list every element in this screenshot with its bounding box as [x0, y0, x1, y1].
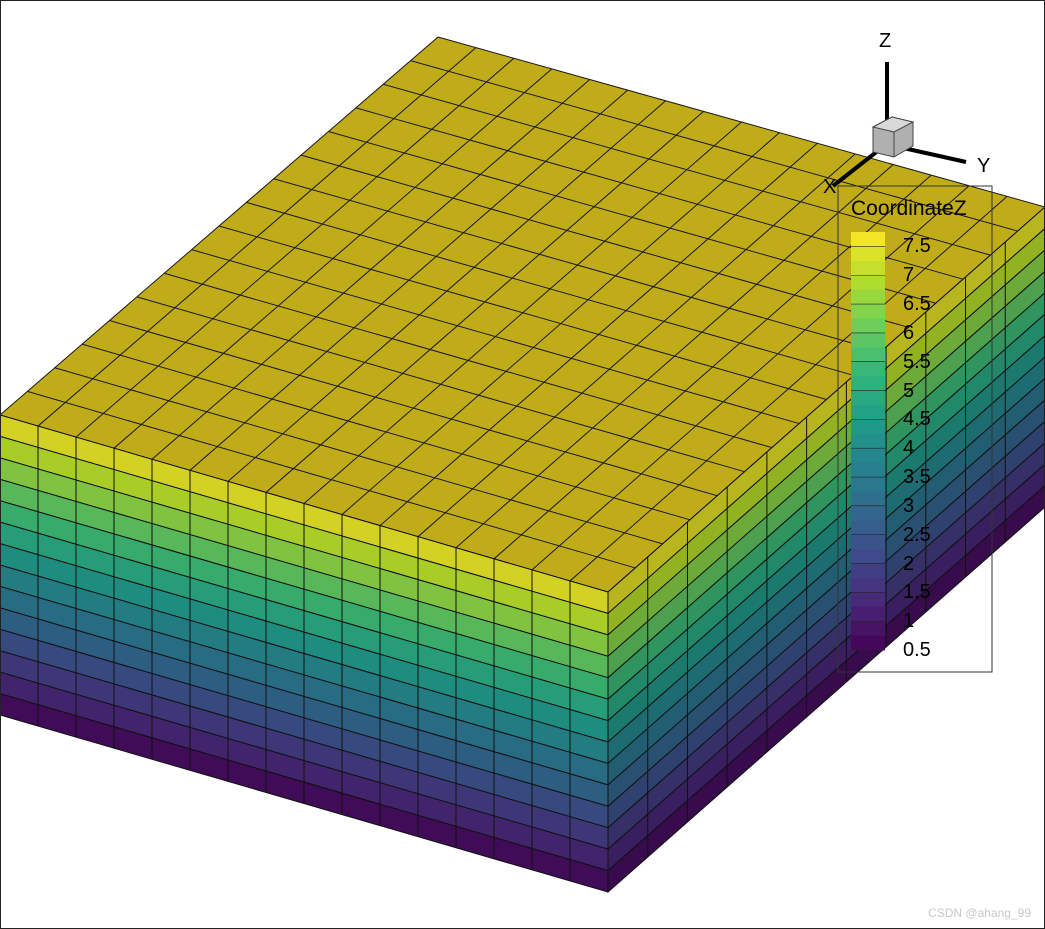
- colorbar-title: CoordinateZ: [851, 197, 967, 220]
- colorbar-band: [851, 621, 885, 637]
- colorbar-band: [851, 260, 885, 276]
- colorbar-band: [851, 318, 885, 334]
- colorbar-band: [851, 404, 885, 420]
- colorbar-tick-label: 3: [903, 494, 915, 517]
- colorbar-tick-label: 7: [903, 264, 915, 287]
- colorbar-band: [851, 549, 885, 565]
- colorbar-band: [851, 534, 885, 550]
- colorbar-band: [851, 462, 885, 478]
- colorbar-tick-label: 2.5: [903, 523, 931, 546]
- plot-canvas: CoordinateZ 7.5 7 6.5 6 5.5 5 4.5 4 3.5 3 2.5 2 1.5 1…: [0, 0, 1045, 929]
- colorbar-band: [851, 304, 885, 319]
- triad-y-label: Y: [977, 155, 991, 177]
- colorbar-tick-label: 4.5: [903, 408, 931, 431]
- triad-x-label: X: [823, 176, 837, 198]
- colorbar-tick-label: 6: [903, 321, 915, 344]
- colorbar-tick-label: 5.5: [903, 350, 931, 373]
- colorbar-tick-label: 4: [903, 437, 915, 460]
- colorbar-band: [851, 606, 885, 622]
- colorbar-band: [851, 477, 885, 492]
- colorbar-band: [851, 246, 885, 262]
- colorbar-band: [851, 448, 885, 464]
- colorbar-tick-label: 2: [903, 552, 915, 575]
- colorbar-band: [851, 361, 885, 377]
- watermark: CSDN @ahang_99: [928, 906, 1031, 920]
- colorbar-band: [851, 232, 885, 247]
- colorbar-band: [851, 563, 885, 579]
- triad-z-label: Z: [879, 30, 892, 52]
- colorbar-band: [851, 347, 885, 363]
- colorbar-band: [851, 390, 885, 406]
- colorbar-tick-label: 0.5: [903, 639, 931, 661]
- colorbar-band: [851, 505, 885, 521]
- colorbar-band: [851, 520, 885, 536]
- colorbar-band: [851, 491, 885, 507]
- colorbar-band: [851, 419, 885, 435]
- colorbar-tick-label: 1.5: [903, 581, 931, 604]
- colorbar-band: [851, 275, 885, 291]
- colorbar-band: [851, 332, 885, 348]
- colorbar-tick-label: 1: [903, 610, 915, 633]
- colorbar-tick-label: 6.5: [903, 293, 931, 316]
- colorbar-band: [851, 635, 885, 651]
- colorbar-tick-label: 7.5: [903, 235, 931, 258]
- colorbar-band: [851, 592, 885, 608]
- mesh-scene: [0, 0, 1045, 929]
- colorbar-band: [851, 376, 885, 392]
- colorbar-band: [851, 577, 885, 593]
- colorbar-tick-label: 5: [903, 379, 915, 402]
- colorbar-tick-label: 3.5: [903, 466, 931, 489]
- colorbar-band: [851, 289, 885, 305]
- colorbar-band: [851, 433, 885, 449]
